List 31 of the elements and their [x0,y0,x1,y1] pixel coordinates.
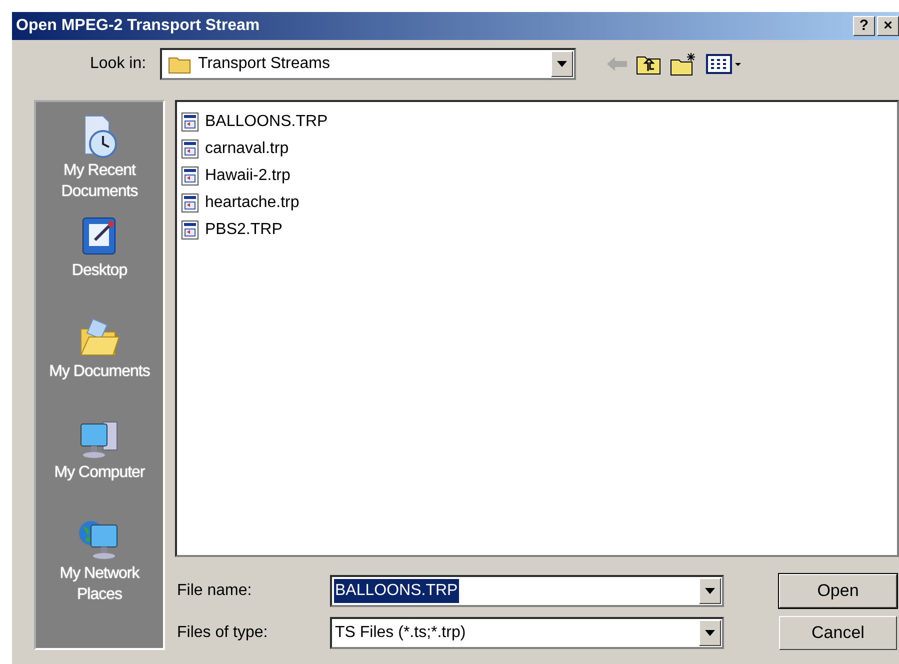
file-name-field[interactable]: BALLOONS.TRP [330,575,724,607]
window-title: Open MPEG-2 Transport Stream [16,16,260,36]
places-bar-item[interactable]: My Recent Documents [40,114,160,202]
file-item[interactable]: Hawaii-2.trp [181,162,893,189]
title-bar-button[interactable]: × [877,16,899,36]
look-in-label: Look in: [90,54,146,74]
places-bar-item[interactable]: My Network Places [40,517,160,605]
caret-icon[interactable] [557,61,568,67]
cancel-button[interactable]: Cancel [779,616,897,650]
video-file-icon [181,220,199,240]
title-bar-button[interactable]: ? [853,16,875,36]
caret-icon[interactable] [705,588,715,594]
places-bar-item[interactable]: My Documents [40,315,160,382]
file-name-label: File name: [177,581,253,601]
selected-text: BALLOONS.TRP [334,579,459,603]
places-bar-item[interactable]: Desktop [40,214,160,281]
video-file-icon [181,166,199,186]
video-file-icon [181,112,199,132]
file-item[interactable]: PBS2.TRP [181,216,893,243]
file-item[interactable]: carnaval.trp [181,135,893,162]
file-type-dropdown[interactable]: TS Files (*.ts;*.trp) [330,617,724,649]
file-item[interactable]: heartache.trp [181,189,893,216]
file-type-label: Files of type: [177,623,269,643]
places-bar-item[interactable]: My Computer [40,416,160,483]
video-file-icon [181,138,199,158]
caret-icon[interactable] [705,630,715,636]
view-menu-icon[interactable] [706,53,742,75]
video-file-icon [181,192,199,212]
look-in-dropdown[interactable]: Transport Streams [160,48,576,80]
open-button[interactable]: Open [779,574,897,608]
file-item[interactable]: BALLOONS.TRP [181,108,893,135]
